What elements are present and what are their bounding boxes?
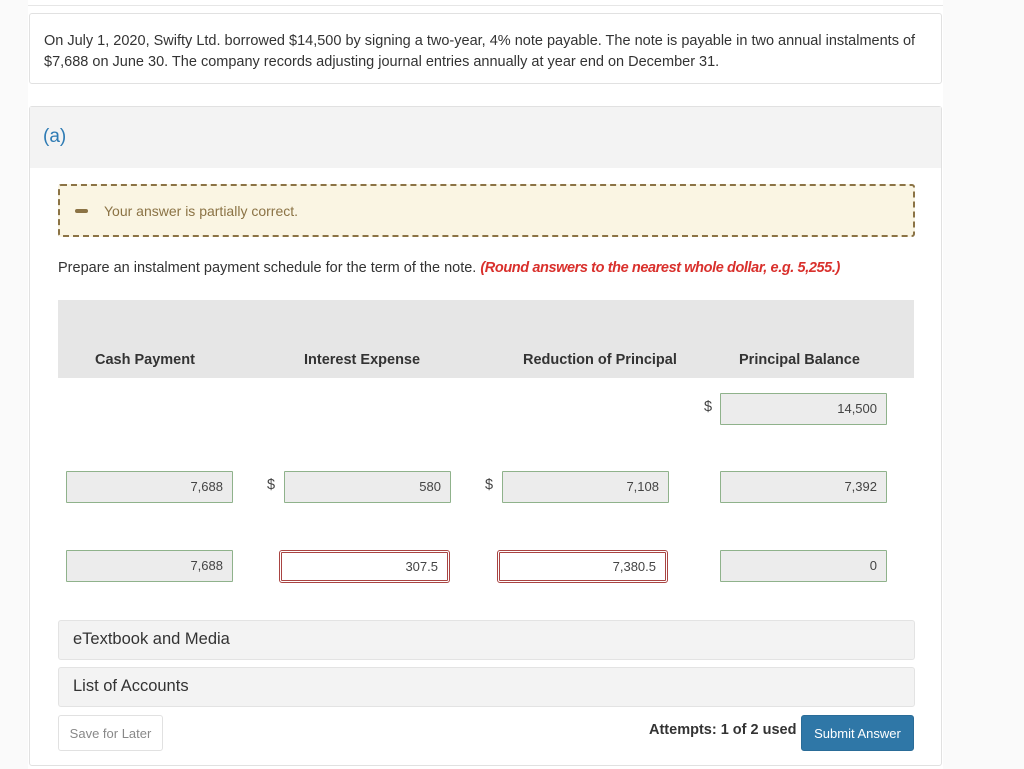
header-cash-payment: Cash Payment [95,352,195,368]
dollar-sign: $ [704,399,713,415]
part-a-panel: (a) Your answer is partially correct. Pr… [29,106,942,766]
row1-reduction-of-principal-input[interactable]: 7,108 [502,471,669,503]
etextbook-label: eTextbook and Media [73,630,230,648]
row2-principal-balance-input[interactable]: 0 [720,550,887,582]
feedback-banner: Your answer is partially correct. [58,184,915,237]
header-principal-balance: Principal Balance [739,352,860,368]
part-header: (a) [30,107,941,168]
etextbook-and-media-toggle[interactable]: eTextbook and Media [58,620,915,660]
part-label: (a) [43,126,67,147]
opening-principal-balance-input[interactable]: 14,500 [720,393,887,425]
attempts-counter: Attempts: 1 of 2 used [649,722,797,738]
question-text: On July 1, 2020, Swifty Ltd. borrowed $1… [44,33,916,70]
row2-interest-expense-input[interactable]: 307.5 [279,550,450,583]
list-of-accounts-toggle[interactable]: List of Accounts [58,667,915,707]
table-header: Cash Payment Interest Expense Reduction … [58,300,914,378]
row2-reduction-of-principal-input[interactable]: 7,380.5 [497,550,668,583]
row2-cash-payment-input[interactable]: 7,688 [66,550,233,582]
list-of-accounts-label: List of Accounts [73,677,189,695]
instructions-text: Prepare an instalment payment schedule f… [58,260,477,276]
row1-interest-expense-input[interactable]: 580 [284,471,451,503]
partial-dash-icon [75,208,88,213]
header-interest-expense: Interest Expense [304,352,421,368]
feedback-text: Your answer is partially correct. [104,202,299,219]
row1-principal-balance-input[interactable]: 7,392 [720,471,887,503]
header-reduction-of-principal: Reduction of Principal [523,352,677,368]
dollar-sign: $ [485,477,494,493]
row1-cash-payment-input[interactable]: 7,688 [66,471,233,503]
submit-answer-button[interactable]: Submit Answer [801,715,914,751]
instructions: Prepare an instalment payment schedule f… [58,260,840,276]
save-for-later-button[interactable]: Save for Later [58,715,163,751]
rounding-note: (Round answers to the nearest whole doll… [480,260,840,276]
divider [28,5,943,6]
dollar-sign: $ [267,477,276,493]
question-card: On July 1, 2020, Swifty Ltd. borrowed $1… [29,13,942,84]
